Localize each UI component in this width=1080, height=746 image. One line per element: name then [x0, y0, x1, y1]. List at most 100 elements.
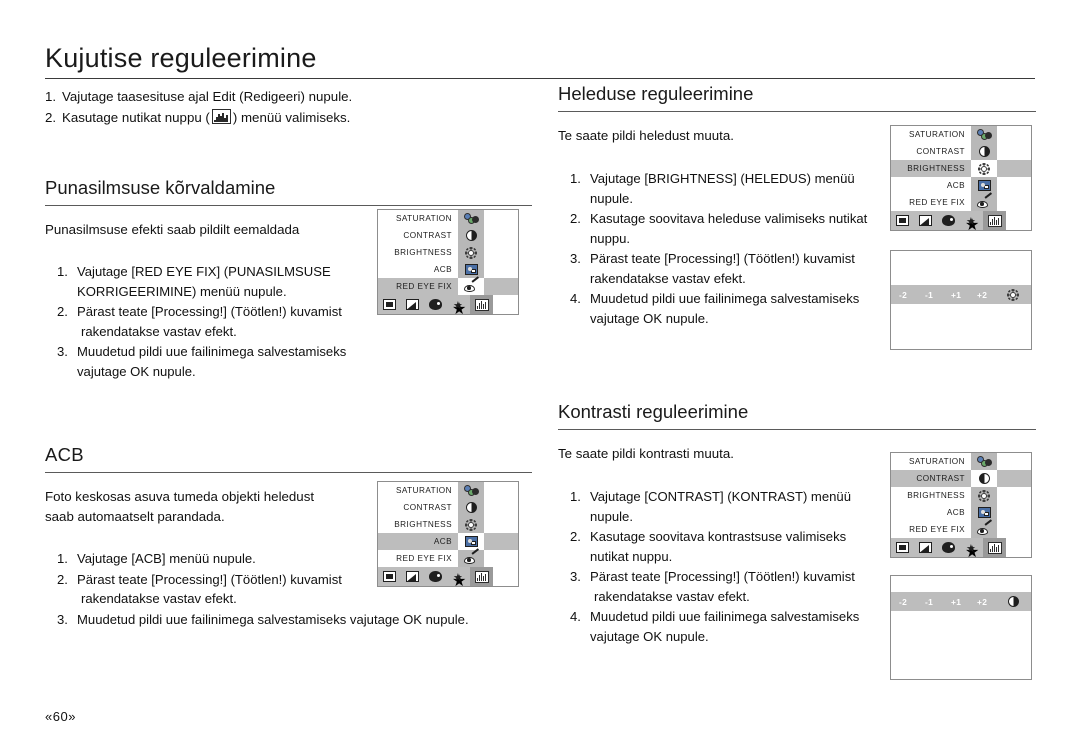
tab-resize-icon[interactable] — [914, 211, 937, 230]
brightness-icon — [458, 516, 484, 533]
value-minus-1[interactable]: -1 — [925, 290, 951, 300]
osd-row-pad — [997, 177, 1031, 194]
osd-row-saturation[interactable]: SATURATION — [378, 482, 518, 499]
title-divider — [45, 78, 1035, 79]
osd-label-acb: ACB — [378, 533, 458, 550]
value-plus-2[interactable]: +2 — [977, 290, 1003, 300]
osd-tab-pad — [1006, 211, 1031, 230]
osd-row-contrast-selected[interactable]: CONTRAST — [891, 470, 1031, 487]
red-eye-fix-icon — [971, 521, 997, 538]
osd-row-red-eye-fix[interactable]: RED EYE FIX — [891, 521, 1031, 538]
osd-label-contrast: CONTRAST — [916, 147, 965, 156]
osd-row-acb[interactable]: ACB — [891, 177, 1031, 194]
osd-label-brightness: BRIGHTNESS — [891, 160, 971, 177]
osd-panel-contrast[interactable]: SATURATION CONTRAST BRIGHTNESS ACB RED E… — [890, 452, 1032, 561]
tab-star-effect-icon[interactable]: ★ — [960, 211, 983, 234]
osd-row-brightness[interactable]: BRIGHTNESS — [378, 516, 518, 533]
step-number: 2. — [570, 211, 581, 226]
osd-row-acb[interactable]: ACB — [378, 261, 518, 278]
osd-tab-strip[interactable]: ★ — [378, 295, 518, 318]
step-line: Pärast teate [Processing!] (Töötlen!) ku… — [77, 304, 342, 319]
osd-tab-strip[interactable]: ★ — [891, 211, 1031, 234]
osd-tab-pad — [1006, 538, 1031, 557]
osd-tab-pad — [493, 295, 518, 314]
step-line: vajutage OK nupule. — [77, 363, 196, 379]
osd-row-brightness[interactable]: BRIGHTNESS — [891, 487, 1031, 504]
osd-row-red-eye-fix[interactable]: RED EYE FIX — [891, 194, 1031, 211]
tab-star-effect-icon[interactable]: ★ — [447, 295, 470, 318]
tab-histogram-icon[interactable] — [983, 211, 1006, 230]
tab-image-icon[interactable] — [378, 567, 401, 586]
tab-resize-icon[interactable] — [914, 538, 937, 557]
step-number: 2. — [570, 529, 581, 544]
histogram-icon — [211, 109, 231, 124]
contrast-icon — [971, 470, 997, 487]
osd-row-acb-selected[interactable]: ACB — [378, 533, 518, 550]
red-eye-fix-icon — [971, 194, 997, 211]
osd-row-red-eye-fix-selected[interactable]: RED EYE FIX — [378, 278, 518, 295]
value-plus-1[interactable]: +1 — [951, 597, 977, 607]
value-minus-2[interactable]: -2 — [899, 597, 925, 607]
step-line: Pärast teate [Processing!] (Töötlen!) ku… — [590, 251, 855, 266]
intro-step-2-text-post: ) menüü valimiseks. — [232, 110, 351, 125]
value-minus-1[interactable]: -1 — [925, 597, 951, 607]
osd-row-contrast[interactable]: CONTRAST — [891, 143, 1031, 160]
osd-row-pad — [997, 504, 1031, 521]
osd-panel-brightness-values[interactable]: -2 -1 +1 +2 — [890, 250, 1032, 350]
tab-image-icon[interactable] — [891, 538, 914, 557]
page-header: Kujutise reguleerimine — [45, 42, 1035, 79]
tab-palette-icon[interactable] — [937, 211, 960, 230]
tab-resize-icon[interactable] — [401, 567, 424, 586]
osd-tab-strip[interactable]: ★ — [891, 538, 1031, 561]
osd-label-brightness: BRIGHTNESS — [394, 520, 452, 529]
intro-steps: 1. Vajutage taasesituse ajal Edit (Redig… — [45, 86, 535, 128]
section-contrast-divider — [558, 429, 1036, 430]
osd-row-saturation[interactable]: SATURATION — [891, 126, 1031, 143]
tab-histogram-icon[interactable] — [983, 538, 1006, 557]
osd-row-pad — [997, 470, 1031, 487]
osd-row-pad — [484, 244, 518, 261]
osd-row-pad — [997, 126, 1031, 143]
osd-row-acb[interactable]: ACB — [891, 504, 1031, 521]
tab-palette-icon[interactable] — [424, 295, 447, 314]
osd-row-red-eye-fix[interactable]: RED EYE FIX — [378, 550, 518, 567]
section-red-eye-divider — [45, 205, 532, 206]
osd-row-contrast[interactable]: CONTRAST — [378, 227, 518, 244]
osd-panel-red-eye[interactable]: SATURATION CONTRAST BRIGHTNESS ACB RED E… — [377, 209, 519, 318]
osd-row-pad — [997, 194, 1031, 211]
step-line: vajutage OK nupule. — [590, 628, 709, 644]
tab-palette-icon[interactable] — [937, 538, 960, 557]
osd-tab-strip[interactable]: ★ — [378, 567, 518, 590]
osd-panel-brightness[interactable]: SATURATION CONTRAST BRIGHTNESS ACB RED E… — [890, 125, 1032, 234]
tab-histogram-icon[interactable] — [470, 567, 493, 586]
section-brightness-heading: Heleduse reguleerimine — [558, 83, 754, 104]
osd-panel-acb[interactable]: SATURATION CONTRAST BRIGHTNESS ACB RED E… — [377, 481, 519, 590]
tab-histogram-icon[interactable] — [470, 295, 493, 314]
contrast-icon — [971, 143, 997, 160]
osd-row-saturation[interactable]: SATURATION — [378, 210, 518, 227]
tab-star-effect-icon[interactable]: ★ — [960, 538, 983, 561]
tab-star-effect-icon[interactable]: ★ — [447, 567, 470, 590]
step-number: 4. — [570, 291, 581, 306]
tab-resize-icon[interactable] — [401, 295, 424, 314]
osd-row-brightness-selected[interactable]: BRIGHTNESS — [891, 160, 1031, 177]
value-plus-1[interactable]: +1 — [951, 290, 977, 300]
value-minus-2[interactable]: -2 — [899, 290, 925, 300]
osd-row-saturation[interactable]: SATURATION — [891, 453, 1031, 470]
tab-image-icon[interactable] — [891, 211, 914, 230]
contrast-value-strip[interactable]: -2 -1 +1 +2 — [891, 592, 1031, 611]
osd-row-contrast[interactable]: CONTRAST — [378, 499, 518, 516]
step-number: 1. — [570, 489, 581, 504]
osd-label-acb: ACB — [946, 508, 965, 517]
brightness-value-strip[interactable]: -2 -1 +1 +2 — [891, 285, 1031, 304]
step-number: 1. — [570, 171, 581, 186]
value-plus-2[interactable]: +2 — [977, 597, 1003, 607]
step-number: 1. — [57, 264, 68, 279]
osd-row-brightness[interactable]: BRIGHTNESS — [378, 244, 518, 261]
page-number: «60» — [45, 709, 76, 724]
osd-preview-area-bottom — [891, 611, 1031, 679]
tab-palette-icon[interactable] — [424, 567, 447, 586]
tab-image-icon[interactable] — [378, 295, 401, 314]
osd-panel-contrast-values[interactable]: -2 -1 +1 +2 — [890, 575, 1032, 680]
step-line: Kasutage soovitava heleduse valimiseks n… — [590, 211, 868, 226]
